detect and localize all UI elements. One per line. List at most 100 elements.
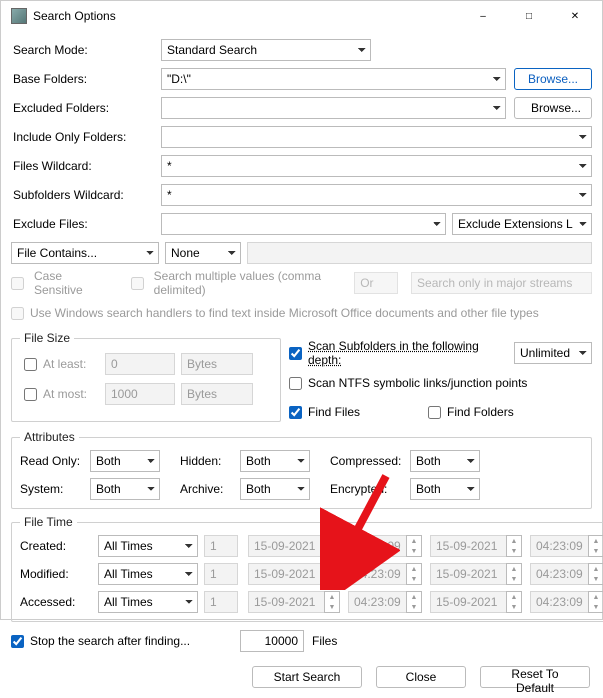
spinner-icon[interactable]: ▲▼ [588, 563, 603, 585]
contains-text-input[interactable] [247, 242, 592, 264]
at-least-checkbox[interactable] [24, 358, 37, 371]
stop-after-label: Stop the search after finding... [30, 634, 240, 648]
win-handlers-checkbox [11, 307, 24, 320]
spinner-icon[interactable]: ▲▼ [506, 563, 522, 585]
files-suffix-label: Files [312, 634, 337, 648]
accessed-to-date[interactable] [430, 591, 506, 613]
close-button[interactable]: Close [376, 666, 466, 688]
spinner-icon[interactable]: ▲▼ [506, 591, 522, 613]
subfolders-wildcard-label: Subfolders Wildcard: [11, 188, 161, 202]
created-count-input[interactable] [204, 535, 238, 557]
at-least-input[interactable] [105, 353, 175, 375]
exclude-files-combo[interactable] [161, 213, 446, 235]
archive-label: Archive: [180, 482, 240, 496]
find-files-label: Find Files [308, 405, 428, 419]
multi-op-select: Or [354, 272, 398, 294]
start-search-button[interactable]: Start Search [252, 666, 362, 688]
spinner-icon[interactable]: ▲▼ [406, 563, 422, 585]
exclude-files-label: Exclude Files: [11, 217, 161, 231]
case-sensitive-label: Case Sensitive [34, 269, 100, 297]
find-files-checkbox[interactable] [289, 406, 302, 419]
at-most-checkbox[interactable] [24, 388, 37, 401]
accessed-range-select[interactable]: All Times [98, 591, 198, 613]
base-folders-label: Base Folders: [11, 72, 161, 86]
browse-excluded-button[interactable]: Browse... [514, 97, 592, 119]
archive-select[interactable]: Both [240, 478, 310, 500]
modified-label: Modified: [20, 567, 98, 581]
modified-to-time[interactable] [530, 563, 588, 585]
attributes-legend: Attributes [20, 430, 79, 444]
created-from-time[interactable] [348, 535, 406, 557]
modified-from-time[interactable] [348, 563, 406, 585]
search-options-dialog: Search Options – □ ✕ Search Mode: Standa… [0, 0, 603, 620]
scan-subfolders-label: Scan Subfolders in the following depth: [308, 339, 514, 367]
spinner-icon[interactable]: ▲▼ [324, 563, 340, 585]
contains-mode-select[interactable]: None [165, 242, 241, 264]
spinner-icon[interactable]: ▲▼ [324, 535, 340, 557]
attributes-fieldset: Attributes Read Only: Both Hidden: Both … [11, 430, 592, 509]
search-streams-select: Search only in major streams [411, 272, 592, 294]
at-most-input[interactable] [105, 383, 175, 405]
include-only-combo[interactable] [161, 126, 592, 148]
at-most-unit-select[interactable]: Bytes [181, 383, 253, 405]
window-title: Search Options [33, 9, 460, 23]
modified-from-date[interactable] [248, 563, 324, 585]
win-handlers-label: Use Windows search handlers to find text… [30, 306, 539, 320]
minimize-button[interactable]: – [460, 1, 506, 31]
created-to-date[interactable] [430, 535, 506, 557]
modified-range-select[interactable]: All Times [98, 563, 198, 585]
maximize-button[interactable]: □ [506, 1, 552, 31]
files-wildcard-combo[interactable]: * [161, 155, 592, 177]
created-from-date[interactable] [248, 535, 324, 557]
close-window-button[interactable]: ✕ [552, 1, 598, 31]
encrypted-select[interactable]: Both [410, 478, 480, 500]
at-most-label: At most: [43, 387, 105, 401]
exclude-extensions-select[interactable]: Exclude Extensions List [452, 213, 592, 235]
spinner-icon[interactable]: ▲▼ [588, 535, 603, 557]
compressed-label: Compressed: [330, 454, 410, 468]
created-label: Created: [20, 539, 98, 553]
case-sensitive-checkbox [11, 277, 24, 290]
scan-subfolders-checkbox[interactable] [289, 347, 302, 360]
created-to-time[interactable] [530, 535, 588, 557]
modified-count-input[interactable] [204, 563, 238, 585]
accessed-from-date[interactable] [248, 591, 324, 613]
subfolders-wildcard-combo[interactable]: * [161, 184, 592, 206]
stop-after-input[interactable] [240, 630, 304, 652]
modified-to-date[interactable] [430, 563, 506, 585]
file-size-fieldset: File Size At least: Bytes At most: Bytes [11, 331, 281, 422]
browse-base-button[interactable]: Browse... [514, 68, 592, 90]
titlebar: Search Options – □ ✕ [1, 1, 602, 31]
file-time-fieldset: File Time Created: All Times ▲▼ ▲▼ ▲▼ ▲▼… [11, 515, 603, 622]
created-range-select[interactable]: All Times [98, 535, 198, 557]
file-contains-select[interactable]: File Contains... [11, 242, 159, 264]
stop-after-checkbox[interactable] [11, 635, 24, 648]
readonly-label: Read Only: [20, 454, 90, 468]
spinner-icon[interactable]: ▲▼ [406, 535, 422, 557]
excluded-folders-label: Excluded Folders: [11, 101, 161, 115]
file-time-legend: File Time [20, 515, 77, 529]
find-folders-checkbox[interactable] [428, 406, 441, 419]
readonly-select[interactable]: Both [90, 450, 160, 472]
at-least-unit-select[interactable]: Bytes [181, 353, 253, 375]
compressed-select[interactable]: Both [410, 450, 480, 472]
accessed-count-input[interactable] [204, 591, 238, 613]
accessed-from-time[interactable] [348, 591, 406, 613]
excluded-folders-combo[interactable] [161, 97, 506, 119]
spinner-icon[interactable]: ▲▼ [506, 535, 522, 557]
hidden-select[interactable]: Both [240, 450, 310, 472]
app-icon [11, 8, 27, 24]
scan-depth-select[interactable]: Unlimited [514, 342, 592, 364]
reset-default-button[interactable]: Reset To Default [480, 666, 590, 688]
search-mode-label: Search Mode: [11, 43, 161, 57]
system-select[interactable]: Both [90, 478, 160, 500]
base-folders-combo[interactable]: "D:\" [161, 68, 506, 90]
multi-values-label: Search multiple values (comma delimited) [154, 269, 337, 297]
include-only-label: Include Only Folders: [11, 130, 161, 144]
accessed-to-time[interactable] [530, 591, 588, 613]
search-mode-select[interactable]: Standard Search [161, 39, 371, 61]
spinner-icon[interactable]: ▲▼ [324, 591, 340, 613]
scan-ntfs-checkbox[interactable] [289, 377, 302, 390]
spinner-icon[interactable]: ▲▼ [406, 591, 422, 613]
spinner-icon[interactable]: ▲▼ [588, 591, 603, 613]
